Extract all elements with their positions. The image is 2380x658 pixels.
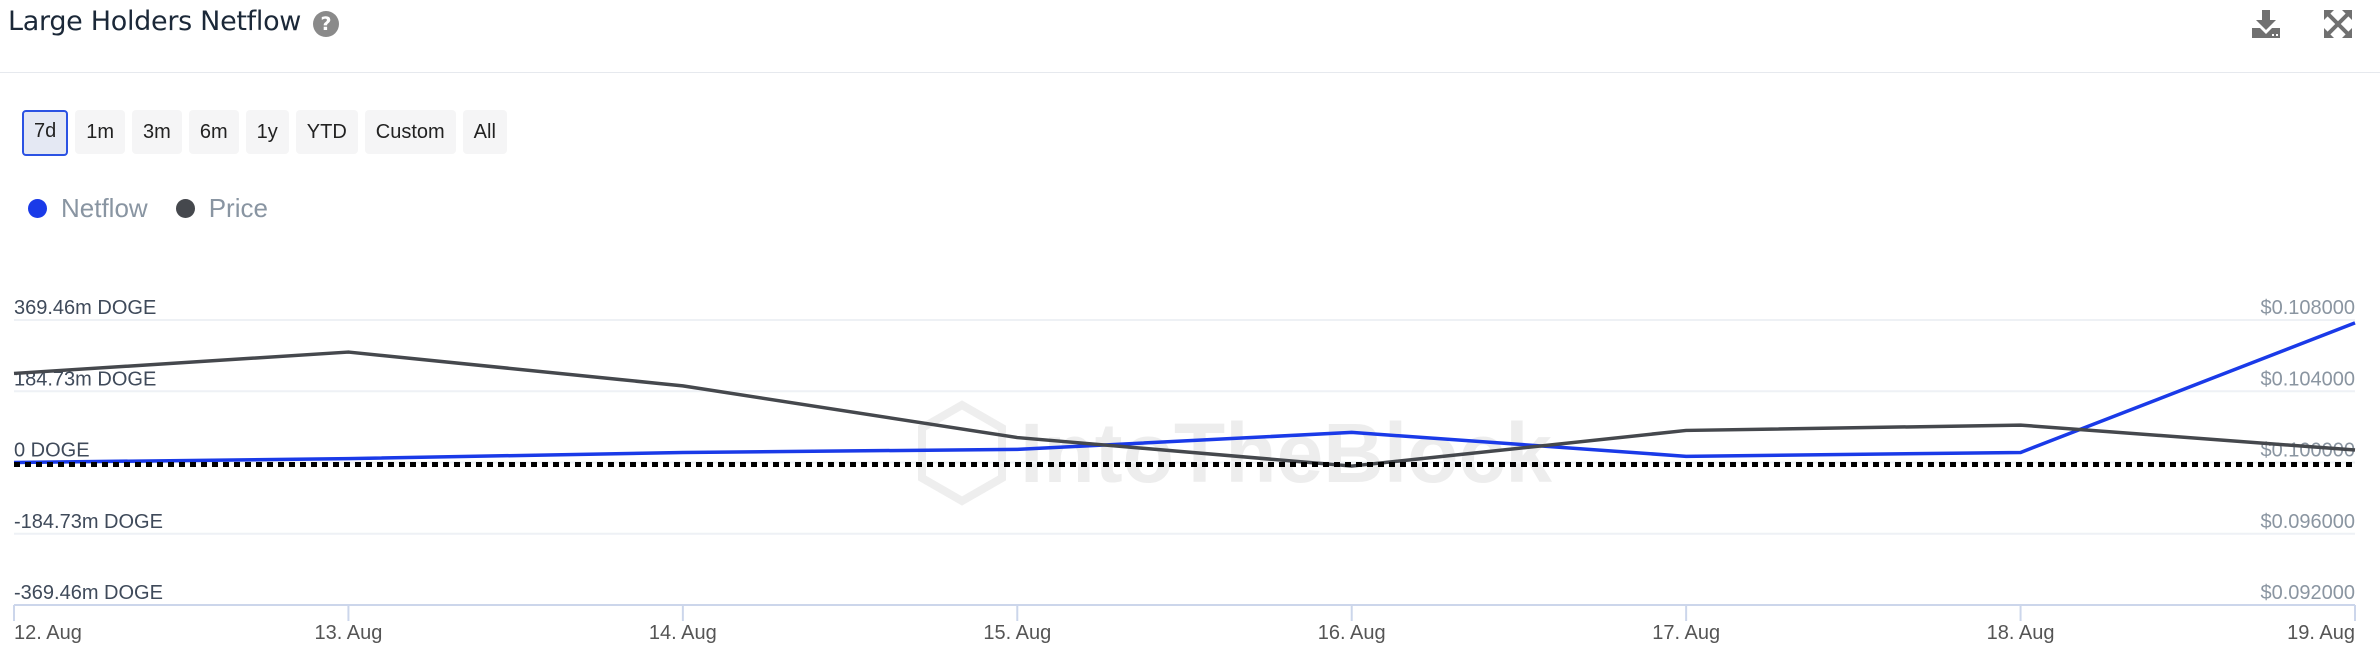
data-point-price[interactable] [8,367,20,379]
x-axis-tick-label: 19. Aug [2287,622,2355,644]
data-point-price[interactable] [1680,424,1692,436]
left-axis-tick-label: 0 DOGE [14,440,90,462]
x-axis-tick-label: 15. Aug [983,622,1051,644]
chart-area: IntoTheBlock369.46m DOGE184.73m DOGE0 DO… [8,297,2361,644]
data-point-netflow[interactable] [1680,450,1692,462]
data-point-price[interactable] [342,346,354,358]
data-point-netflow[interactable] [1011,443,1023,455]
right-axis-tick-label: $0.092000 [2260,582,2355,604]
data-point-price[interactable] [677,380,689,392]
left-axis-tick-label: 369.46m DOGE [14,297,156,319]
x-axis-tick-label: 18. Aug [1987,622,2055,644]
data-point-price[interactable] [1011,432,1023,444]
left-axis-tick-label: -369.46m DOGE [14,582,163,604]
data-point-netflow[interactable] [1346,426,1358,438]
data-point-netflow[interactable] [2349,317,2361,329]
left-axis-tick-label: -184.73m DOGE [14,511,163,533]
data-point-netflow[interactable] [677,446,689,458]
data-point-price[interactable] [2015,419,2027,431]
x-axis-tick-label: 17. Aug [1652,622,1720,644]
x-axis-tick-label: 14. Aug [649,622,717,644]
right-axis-tick-label: $0.108000 [2260,297,2355,319]
watermark-hex-icon [918,400,1006,506]
data-point-netflow[interactable] [2015,446,2027,458]
x-axis-tick-label: 12. Aug [14,622,82,644]
right-axis-tick-label: $0.096000 [2260,511,2355,533]
x-axis-tick-label: 16. Aug [1318,622,1386,644]
data-point-price[interactable] [2349,444,2361,456]
x-axis-tick-label: 13. Aug [315,622,383,644]
right-axis-tick-label: $0.104000 [2260,368,2355,390]
series-line-netflow [13,321,2356,465]
